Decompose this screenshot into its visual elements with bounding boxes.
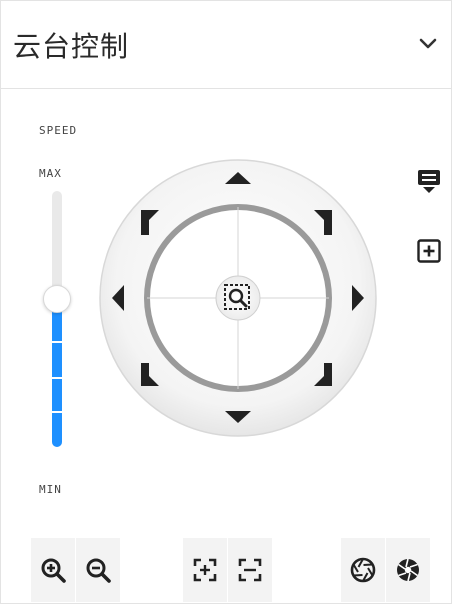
iris-close-icon bbox=[397, 558, 419, 582]
add-preset-icon[interactable] bbox=[415, 237, 443, 265]
zoom-out-icon bbox=[86, 558, 111, 583]
speed-min-label: MIN bbox=[39, 483, 62, 496]
iris-group bbox=[341, 538, 430, 602]
slider-tick bbox=[52, 377, 62, 379]
iris-open-button[interactable] bbox=[341, 538, 385, 602]
zoom-in-icon bbox=[41, 558, 66, 583]
zoom-in-button[interactable] bbox=[31, 538, 75, 602]
panel-title: 云台控制 bbox=[13, 30, 130, 63]
focus-near-button[interactable] bbox=[183, 538, 227, 602]
speed-slider[interactable] bbox=[43, 191, 71, 447]
focus-far-button[interactable] bbox=[228, 538, 272, 602]
focus-near-icon bbox=[193, 558, 217, 582]
zoom-area-button[interactable] bbox=[215, 275, 261, 321]
focus-far-icon bbox=[238, 558, 262, 582]
panel-header[interactable]: 云台控制 bbox=[1, 1, 451, 89]
zoom-group bbox=[31, 538, 120, 602]
speed-label: SPEED bbox=[39, 124, 78, 137]
iris-open-icon bbox=[350, 557, 376, 583]
ptz-control-panel: 云台控制 SPEED MAX MIN bbox=[0, 0, 452, 604]
slider-handle[interactable] bbox=[43, 285, 71, 313]
focus-group bbox=[183, 538, 272, 602]
speed-max-label: MAX bbox=[39, 167, 62, 180]
zoom-out-button[interactable] bbox=[76, 538, 120, 602]
slider-tick bbox=[52, 411, 62, 413]
ptz-direction-pad[interactable] bbox=[97, 157, 379, 439]
iris-close-button[interactable] bbox=[386, 538, 430, 602]
slider-fill bbox=[52, 299, 62, 447]
lens-toolbar bbox=[31, 538, 451, 602]
chevron-down-icon[interactable] bbox=[415, 31, 441, 57]
preset-icon[interactable] bbox=[415, 167, 443, 195]
slider-tick bbox=[52, 341, 62, 343]
